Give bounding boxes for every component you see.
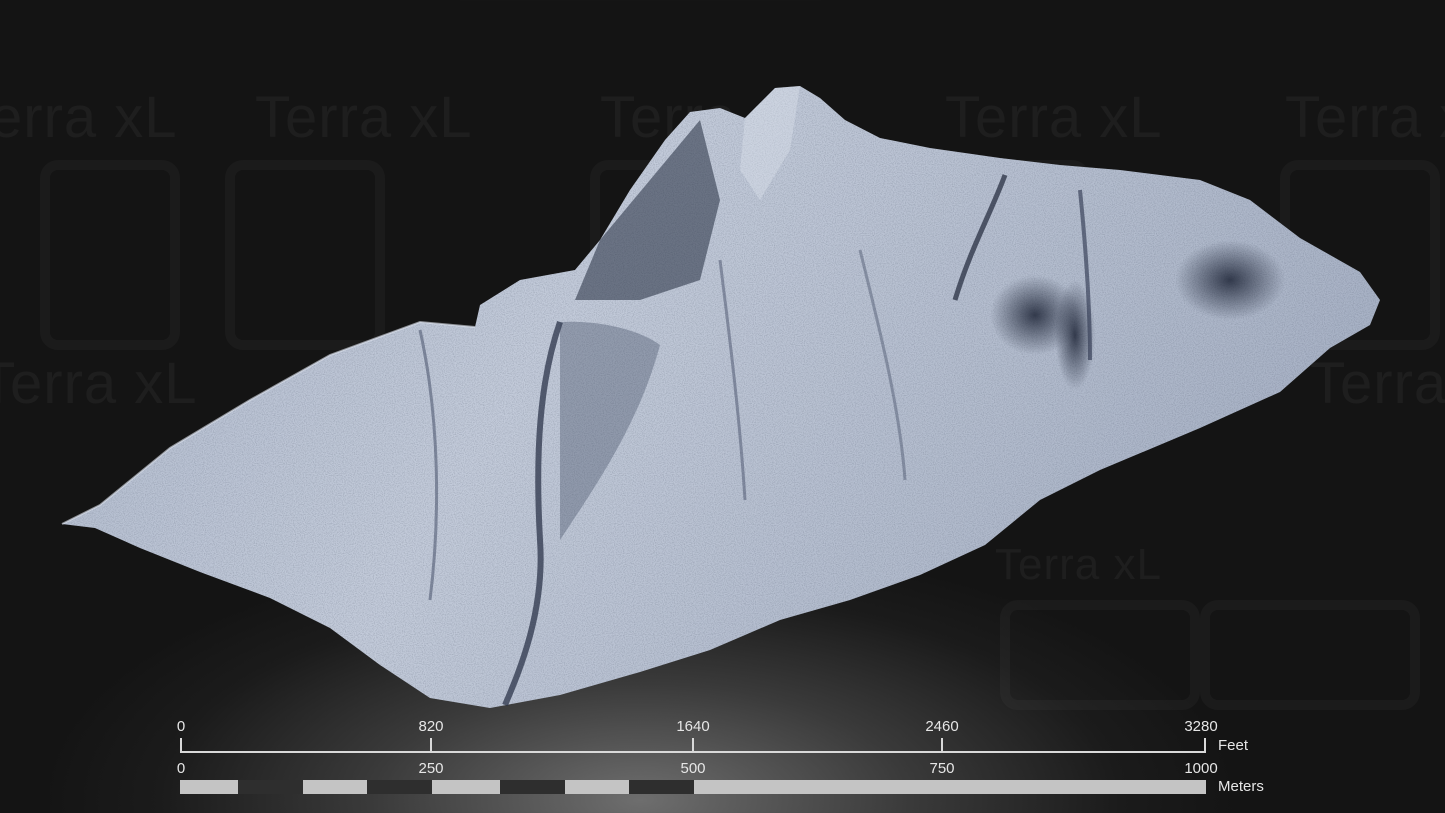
feet-unit-label: Feet xyxy=(1218,737,1249,754)
feet-tick xyxy=(941,738,943,753)
feet-tick-label: 1640 xyxy=(676,718,710,735)
feet-tick-label: 820 xyxy=(418,718,444,735)
feet-tick xyxy=(1204,738,1206,753)
meters-tick-label: 0 xyxy=(176,760,186,777)
meters-tick-label: 1000 xyxy=(1184,760,1218,777)
feet-tick-label: 3280 xyxy=(1184,718,1218,735)
meters-unit-label: Meters xyxy=(1218,778,1264,795)
meters-bar-segment xyxy=(367,780,432,794)
feet-tick xyxy=(180,738,182,753)
terrain-render xyxy=(61,86,1380,708)
meters-tick-label: 250 xyxy=(418,760,444,777)
feet-tick xyxy=(430,738,432,753)
feet-tick xyxy=(692,738,694,753)
meters-bar-segment xyxy=(238,780,303,794)
meters-bar-segment xyxy=(629,780,694,794)
feet-tick-label: 0 xyxy=(176,718,186,735)
meters-scale-bar xyxy=(180,780,1206,794)
meters-tick-label: 750 xyxy=(929,760,955,777)
meters-bar-segment xyxy=(500,780,565,794)
meters-tick-label: 500 xyxy=(680,760,706,777)
feet-tick-label: 2460 xyxy=(925,718,959,735)
terrain-mesh xyxy=(62,86,1380,708)
